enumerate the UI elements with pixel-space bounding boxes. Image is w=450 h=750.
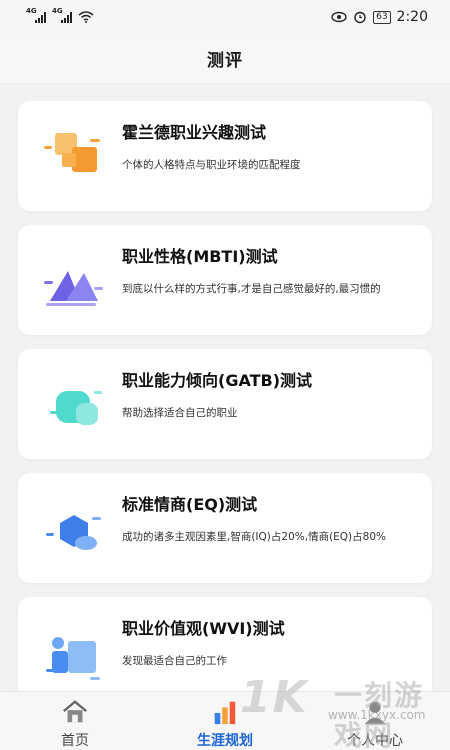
status-right: 63 2:20 bbox=[331, 9, 428, 25]
card-description: 到底以什么样的方式行事,才是自己感觉最好的,最习惯的 bbox=[122, 283, 381, 295]
card-title: 职业性格(MBTI)测试 bbox=[122, 247, 278, 266]
rounded-squares-icon bbox=[50, 391, 102, 425]
value-blocks-icon bbox=[46, 637, 100, 680]
home-icon bbox=[63, 700, 87, 723]
hexagon-icon bbox=[46, 515, 101, 550]
card-description: 成功的诸多主观因素里,智商(IQ)占20%,情商(EQ)占80% bbox=[122, 531, 386, 543]
assessment-card-mbti[interactable]: 职业性格(MBTI)测试 到底以什么样的方式行事,才是自己感觉最好的,最习惯的 bbox=[18, 225, 432, 335]
nav-item-profile[interactable]: 个人中心 bbox=[300, 692, 450, 750]
status-left: 4G 4G bbox=[26, 7, 94, 23]
card-title: 职业能力倾向(GATB)测试 bbox=[122, 371, 313, 390]
card-description: 个体的人格特点与职业环境的匹配程度 bbox=[122, 159, 301, 171]
bar-chart-icon bbox=[214, 701, 236, 725]
card-description: 发现最适合自己的工作 bbox=[122, 655, 227, 667]
nav-label: 生涯规划 bbox=[197, 733, 253, 749]
nav-item-home[interactable]: 首页 bbox=[0, 692, 150, 750]
status-bar: 4G 4G 63 2:20 bbox=[0, 0, 450, 34]
assessment-card-eq[interactable]: 标准情商(EQ)测试 成功的诸多主观因素里,智商(IQ)占20%,情商(EQ)占… bbox=[18, 473, 432, 583]
clock: 2:20 bbox=[396, 9, 428, 25]
mountains-icon bbox=[44, 271, 103, 306]
nav-label: 首页 bbox=[61, 733, 89, 749]
nav-label: 个人中心 bbox=[347, 733, 403, 749]
wifi-icon bbox=[78, 11, 94, 23]
holland-squares-icon bbox=[44, 133, 100, 172]
assessment-card-gatb[interactable]: 职业能力倾向(GATB)测试 帮助选择适合自己的职业 bbox=[18, 349, 432, 459]
battery-indicator: 63 bbox=[373, 10, 391, 24]
eye-icon bbox=[331, 11, 347, 23]
card-title: 职业价值观(WVI)测试 bbox=[122, 619, 285, 638]
network-type-label: 4G bbox=[26, 7, 37, 15]
user-icon bbox=[364, 701, 386, 725]
nav-item-career-planning[interactable]: 生涯规划 bbox=[150, 692, 300, 750]
network-type-label: 4G bbox=[52, 7, 63, 15]
bottom-nav: 首页 生涯规划 个人中心 bbox=[0, 691, 450, 750]
signal-icon: 4G bbox=[26, 7, 46, 23]
app-header: 测评 bbox=[0, 34, 450, 84]
card-description: 帮助选择适合自己的职业 bbox=[122, 407, 238, 419]
page-title: 测评 bbox=[207, 51, 243, 71]
card-title: 霍兰德职业兴趣测试 bbox=[122, 123, 267, 142]
assessment-card-holland[interactable]: 霍兰德职业兴趣测试 个体的人格特点与职业环境的匹配程度 bbox=[18, 101, 432, 211]
card-title: 标准情商(EQ)测试 bbox=[122, 495, 258, 514]
signal-icon: 4G bbox=[52, 7, 72, 23]
alarm-icon bbox=[354, 11, 366, 24]
